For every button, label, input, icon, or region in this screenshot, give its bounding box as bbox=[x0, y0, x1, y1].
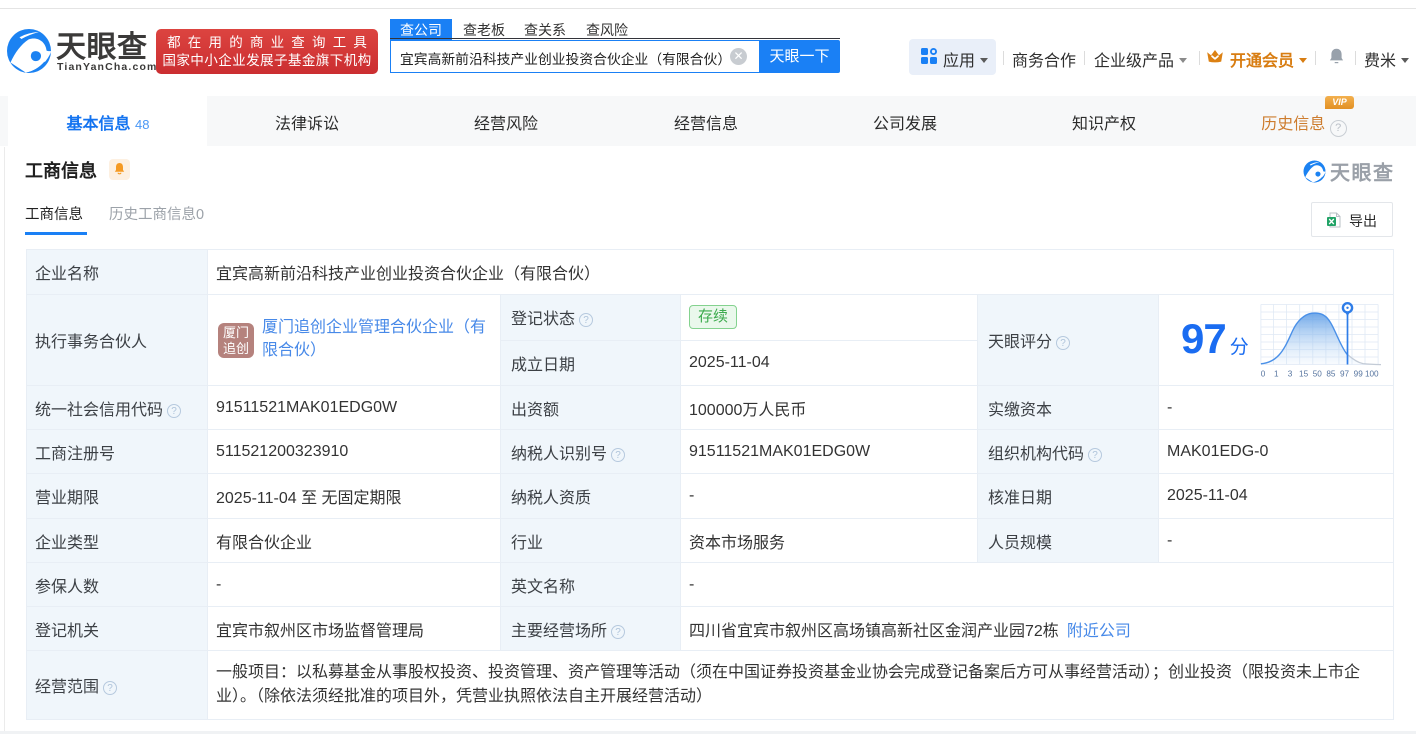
svg-text:85: 85 bbox=[1326, 370, 1336, 379]
svg-text:100: 100 bbox=[1364, 370, 1378, 379]
svg-text:0: 0 bbox=[1260, 370, 1265, 379]
svg-text:97: 97 bbox=[1339, 370, 1349, 379]
svg-text:天眼查: 天眼查 bbox=[1330, 161, 1395, 185]
svg-text:50: 50 bbox=[1312, 370, 1322, 379]
svg-text:3: 3 bbox=[1287, 370, 1292, 379]
svg-text:1: 1 bbox=[1274, 370, 1279, 379]
svg-text:99: 99 bbox=[1353, 370, 1363, 379]
svg-text:15: 15 bbox=[1299, 370, 1309, 379]
